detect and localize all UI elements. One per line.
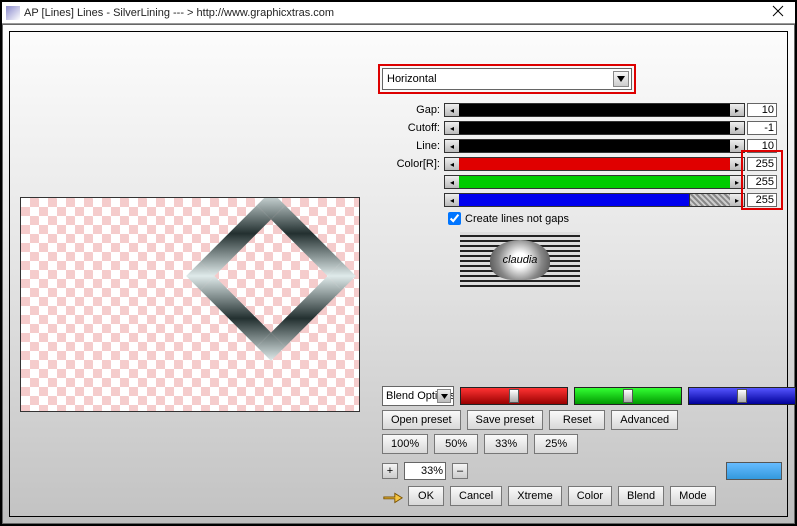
percent-input[interactable]: 33%	[404, 462, 446, 480]
blend-g-slider[interactable]	[574, 387, 682, 405]
color-g-slider[interactable]: ◂ ▸	[444, 175, 745, 189]
ok-button[interactable]: OK	[408, 486, 444, 506]
arrow-left-icon[interactable]: ◂	[445, 158, 459, 170]
cutoff-slider[interactable]: ◂ ▸	[444, 121, 745, 135]
gap-slider[interactable]: ◂ ▸	[444, 103, 745, 117]
line-value[interactable]: 10	[747, 139, 777, 153]
color-b-slider[interactable]: ◂	[444, 193, 690, 207]
blend-options-dropdown[interactable]: Blend Options	[382, 386, 454, 406]
open-preset-button[interactable]: Open preset	[382, 410, 461, 430]
arrow-left-icon[interactable]: ◂	[445, 194, 459, 206]
slider-thumb[interactable]	[509, 389, 519, 403]
arrow-left-icon[interactable]: ◂	[445, 140, 459, 152]
arrow-right-icon[interactable]: ▸	[730, 176, 744, 188]
gap-label: Gap:	[382, 104, 444, 116]
color-swatch[interactable]	[726, 462, 782, 480]
percent-33-button[interactable]: 33%	[484, 434, 528, 454]
transparency-checker	[21, 198, 359, 411]
color-b-value[interactable]: 255	[747, 193, 777, 207]
arrow-left-icon[interactable]: ◂	[445, 176, 459, 188]
direction-dropdown[interactable]: Horizontal	[382, 68, 632, 90]
mode-button[interactable]: Mode	[670, 486, 716, 506]
arrow-right-icon[interactable]: ▸	[730, 140, 744, 152]
cancel-button[interactable]: Cancel	[450, 486, 502, 506]
color-g-value[interactable]: 255	[747, 175, 777, 189]
blend-b-slider[interactable]	[688, 387, 796, 405]
arrow-right-icon[interactable]: ▸	[730, 194, 744, 206]
title-bar: AP [Lines] Lines - SilverLining --- > ht…	[2, 2, 795, 24]
app-icon	[6, 6, 20, 20]
create-lines-label: Create lines not gaps	[465, 213, 569, 225]
arrow-left-icon[interactable]: ◂	[445, 122, 459, 134]
blend-r-slider[interactable]	[460, 387, 568, 405]
close-button[interactable]	[765, 5, 791, 21]
color-r-slider[interactable]: ◂ ▸	[444, 157, 745, 171]
chevron-down-icon[interactable]	[613, 71, 629, 87]
color-hatch-slider[interactable]: ▸	[690, 193, 745, 207]
advanced-button[interactable]: Advanced	[611, 410, 678, 430]
direction-value: Horizontal	[387, 73, 437, 85]
arrow-left-icon[interactable]: ◂	[445, 104, 459, 116]
window-title: AP [Lines] Lines - SilverLining --- > ht…	[24, 7, 765, 19]
preview-pane	[20, 197, 360, 412]
arrow-right-icon[interactable]: ▸	[730, 122, 744, 134]
create-lines-checkbox[interactable]	[448, 212, 461, 225]
blend-button[interactable]: Blend	[618, 486, 664, 506]
slider-thumb[interactable]	[737, 389, 747, 403]
xtreme-button[interactable]: Xtreme	[508, 486, 561, 506]
cutoff-label: Cutoff:	[382, 122, 444, 134]
chevron-down-icon[interactable]	[437, 389, 451, 403]
cutoff-value[interactable]: -1	[747, 121, 777, 135]
color-button[interactable]: Color	[568, 486, 612, 506]
color-r-value[interactable]: 255	[747, 157, 777, 171]
percent-50-button[interactable]: 50%	[434, 434, 478, 454]
percent-25-button[interactable]: 25%	[534, 434, 578, 454]
vendor-logo: claudia	[460, 232, 580, 287]
arrow-right-icon[interactable]: ▸	[730, 104, 744, 116]
slider-thumb[interactable]	[623, 389, 633, 403]
reset-button[interactable]: Reset	[549, 410, 605, 430]
line-slider[interactable]: ◂ ▸	[444, 139, 745, 153]
line-label: Line:	[382, 140, 444, 152]
percent-plus-button[interactable]: +	[382, 463, 398, 479]
vendor-logo-text: claudia	[503, 254, 538, 266]
percent-minus-button[interactable]: –	[452, 463, 468, 479]
gap-value[interactable]: 10	[747, 103, 777, 117]
arrow-right-icon[interactable]: ▸	[730, 158, 744, 170]
save-preset-button[interactable]: Save preset	[467, 410, 544, 430]
preview-shape	[186, 197, 356, 361]
pointing-hand-icon	[382, 488, 404, 506]
percent-100-button[interactable]: 100%	[382, 434, 428, 454]
color-r-label: Color[R]:	[382, 158, 444, 170]
